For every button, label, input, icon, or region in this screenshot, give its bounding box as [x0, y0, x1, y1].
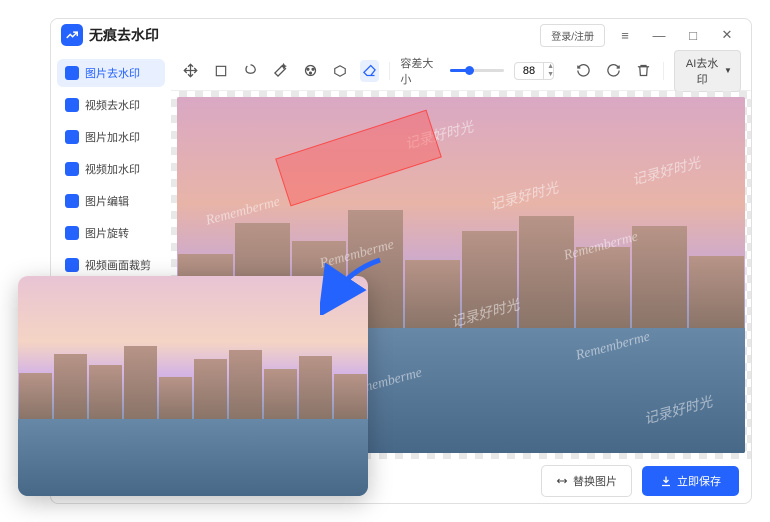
app-title: 无痕去水印	[89, 25, 159, 45]
sidebar-item-label: 图片旋转	[85, 225, 129, 241]
tolerance-slider[interactable]	[450, 69, 504, 72]
video-icon	[65, 98, 79, 112]
tolerance-label: 容差大小	[400, 55, 440, 87]
result-preview-card	[18, 276, 368, 496]
sidebar-item-video-add-wm[interactable]: 视频加水印	[57, 155, 165, 183]
selection-rect[interactable]	[275, 109, 442, 206]
eraser-tool[interactable]	[360, 60, 380, 82]
buildings-deco	[18, 342, 368, 419]
swap-icon	[556, 475, 568, 487]
edit-icon	[65, 194, 79, 208]
sidebar-item-image-remove-wm[interactable]: 图片去水印	[57, 59, 165, 87]
sidebar-item-label: 视频去水印	[85, 97, 140, 113]
reset-button[interactable]	[633, 60, 653, 82]
ai-remove-button[interactable]: AI去水印▼	[674, 50, 741, 92]
sidebar-item-label: 视频画面裁剪	[85, 257, 151, 273]
polygon-tool[interactable]	[330, 60, 350, 82]
tolerance-value: 88	[515, 63, 543, 79]
download-icon	[660, 475, 672, 487]
redo-button[interactable]	[604, 60, 624, 82]
divider	[663, 62, 664, 80]
save-button[interactable]: 立即保存	[642, 466, 739, 496]
sidebar-item-label: 图片编辑	[85, 193, 129, 209]
menu-button[interactable]: ≡	[611, 21, 639, 49]
lasso-tool[interactable]	[241, 60, 261, 82]
replace-image-button[interactable]: 替换图片	[541, 465, 632, 497]
brush-tool[interactable]	[300, 60, 320, 82]
toolbar: 容差大小 88 ▲▼ AI去水印▼	[171, 51, 751, 91]
spin-up-icon[interactable]: ▲	[544, 63, 554, 71]
tolerance-spinner[interactable]: 88 ▲▼	[514, 62, 554, 80]
undo-button[interactable]	[574, 60, 594, 82]
sidebar-item-video-remove-wm[interactable]: 视频去水印	[57, 91, 165, 119]
sidebar-item-label: 视频加水印	[85, 161, 140, 177]
spin-down-icon[interactable]: ▼	[544, 71, 554, 79]
rotate-icon	[65, 226, 79, 240]
sidebar-item-image-edit[interactable]: 图片编辑	[57, 187, 165, 215]
rect-tool[interactable]	[211, 60, 231, 82]
image-add-icon	[65, 130, 79, 144]
water-deco	[18, 419, 368, 496]
save-button-label: 立即保存	[677, 473, 721, 489]
minimize-button[interactable]: —	[645, 21, 673, 49]
sidebar-item-label: 图片加水印	[85, 129, 140, 145]
wand-tool[interactable]	[270, 60, 290, 82]
sidebar-item-label: 图片去水印	[85, 65, 140, 81]
result-arrow-icon	[320, 255, 390, 315]
move-tool[interactable]	[181, 60, 201, 82]
app-logo-icon	[61, 24, 83, 46]
replace-button-label: 替换图片	[573, 473, 617, 489]
sidebar-item-image-rotate[interactable]: 图片旋转	[57, 219, 165, 247]
sidebar-item-image-add-wm[interactable]: 图片加水印	[57, 123, 165, 151]
titlebar: 无痕去水印 登录/注册 ≡ — □ ✕	[51, 19, 751, 51]
close-button[interactable]: ✕	[713, 21, 741, 49]
crop-icon	[65, 258, 79, 272]
video-add-icon	[65, 162, 79, 176]
chevron-down-icon: ▼	[724, 66, 732, 75]
divider	[389, 62, 390, 80]
image-icon	[65, 66, 79, 80]
sidebar-item-video-crop[interactable]: 视频画面裁剪	[57, 251, 165, 279]
maximize-button[interactable]: □	[679, 21, 707, 49]
ai-button-label: AI去水印	[683, 55, 721, 87]
login-button[interactable]: 登录/注册	[540, 24, 605, 47]
watermark-text: 记录好时光	[630, 152, 703, 189]
